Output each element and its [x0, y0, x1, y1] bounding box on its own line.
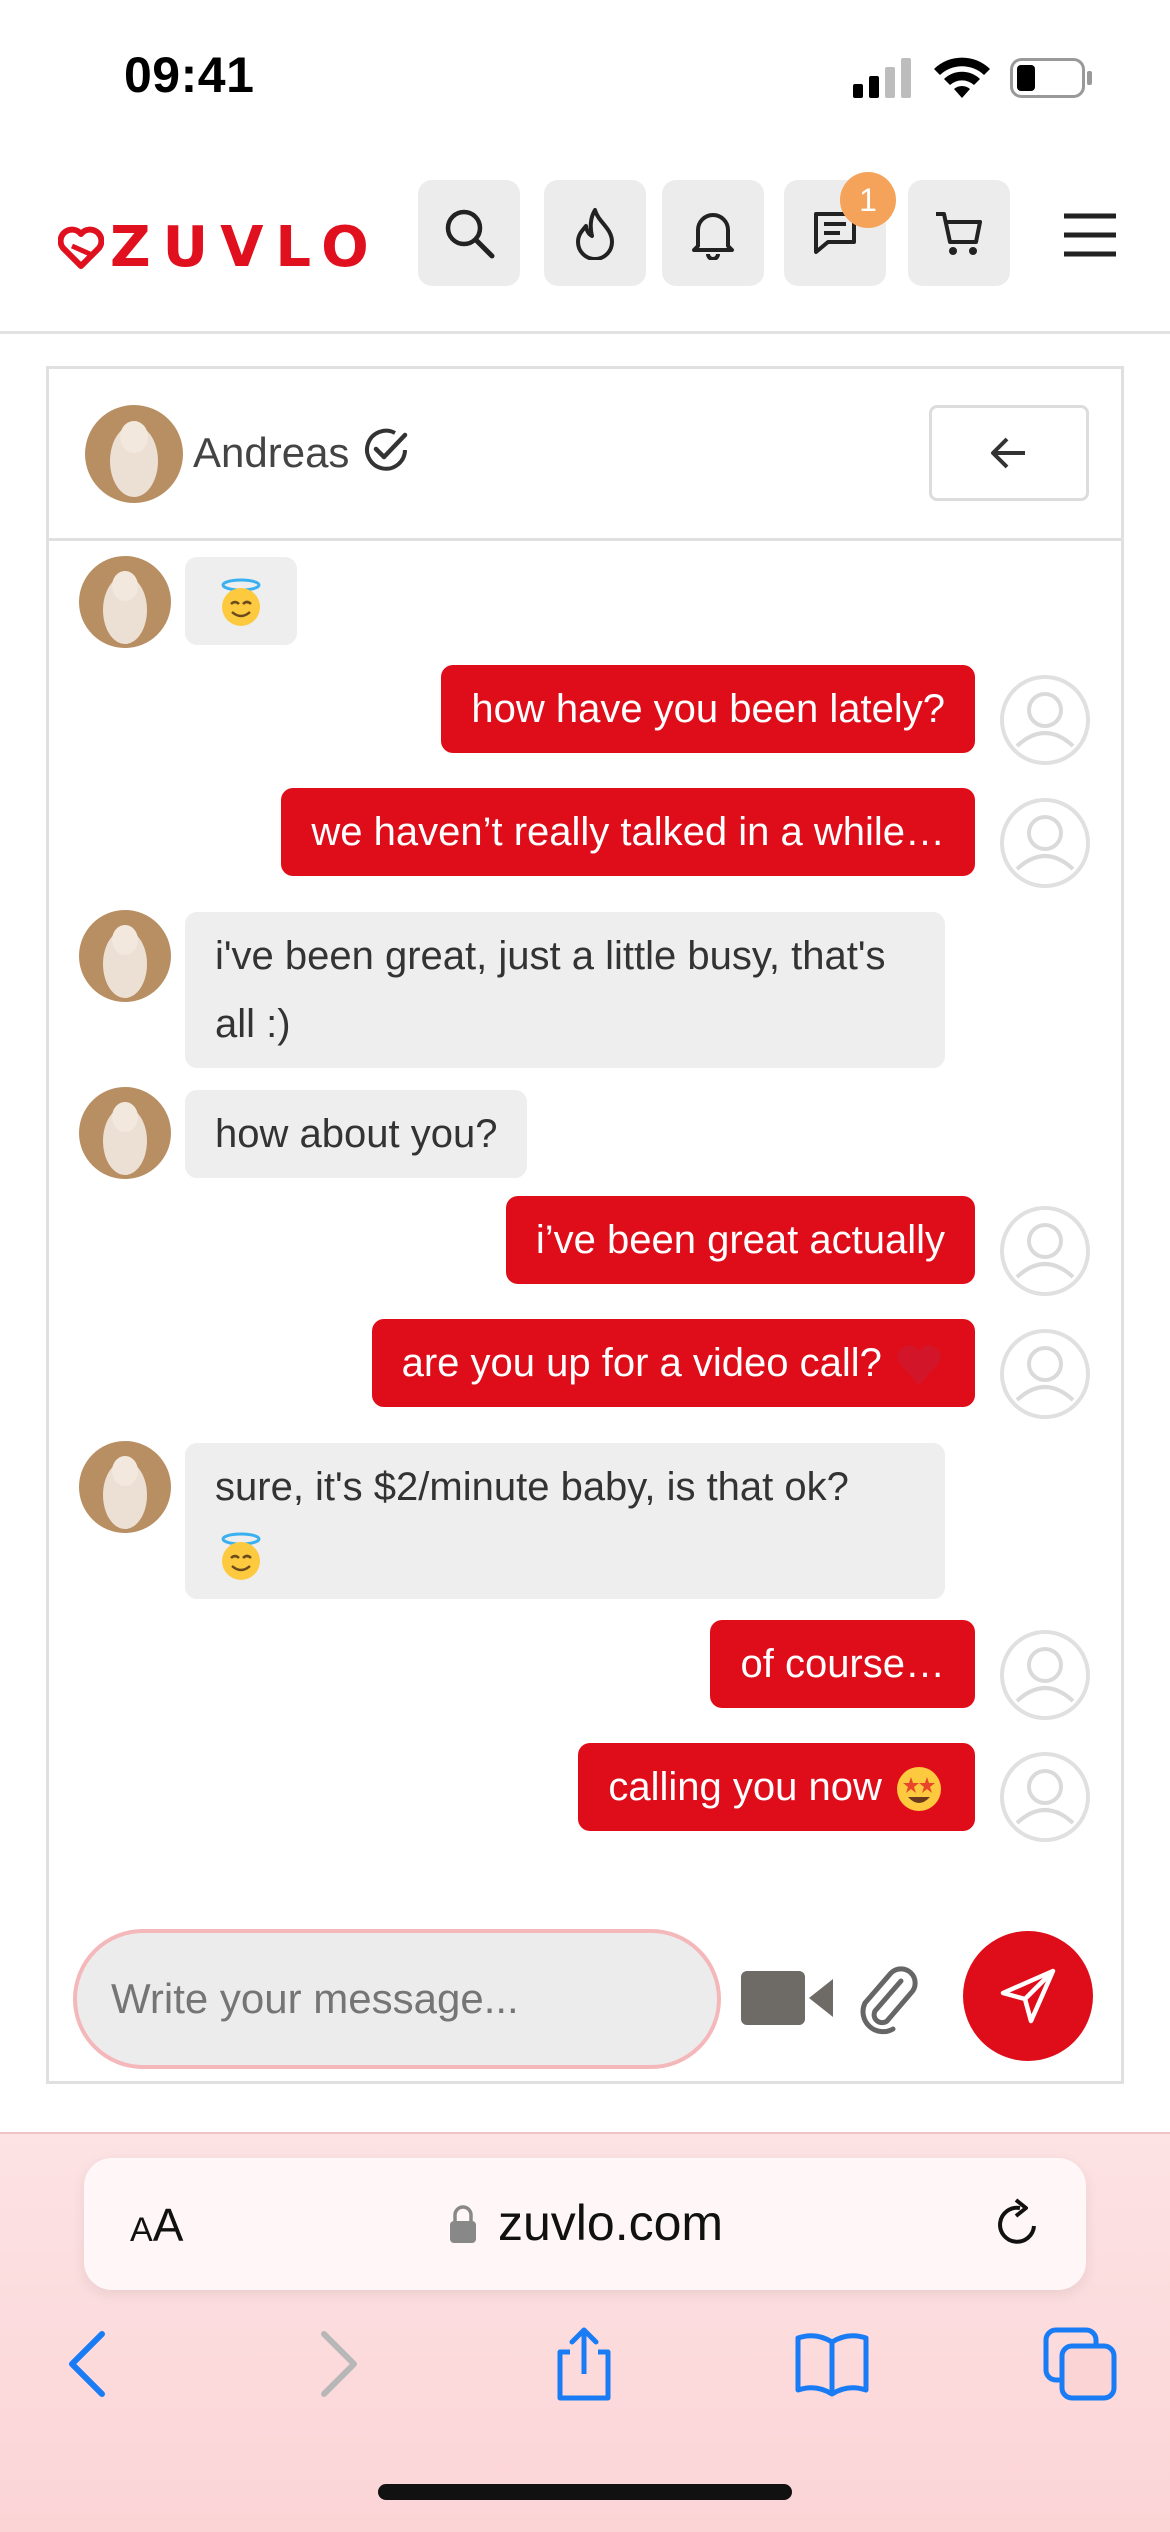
browser-toolbar: AA zuvlo.com: [0, 2132, 1170, 2532]
smiling-face-with-halo-icon: [221, 1532, 261, 1581]
star-struck-icon: [897, 1767, 941, 1812]
message-bubble-outgoing[interactable]: how have you been lately?: [441, 665, 975, 753]
message-text: sure, it's $2/minute baby, is that ok?: [215, 1465, 849, 1509]
user-avatar-placeholder-icon: [1000, 1206, 1090, 1296]
message-bubble-outgoing[interactable]: we haven’t really talked in a while…: [281, 788, 975, 876]
forward-chevron-icon[interactable]: [298, 2324, 378, 2404]
user-avatar-placeholder-icon: [1000, 675, 1090, 765]
cart-icon: [936, 212, 982, 255]
share-icon[interactable]: [544, 2324, 624, 2404]
user-avatar-placeholder-icon: [1000, 798, 1090, 888]
flame-icon: [576, 208, 614, 260]
reload-icon[interactable]: [990, 2198, 1044, 2252]
back-button[interactable]: [929, 405, 1089, 501]
home-indicator: [378, 2484, 792, 2500]
search-button[interactable]: [418, 180, 520, 286]
lock-icon: [450, 2205, 476, 2243]
tabs-icon[interactable]: [1040, 2324, 1120, 2404]
smiling-face-with-halo-icon: [221, 578, 261, 627]
message-text: are you up for a video call?: [401, 1341, 882, 1385]
user-avatar-placeholder-icon: [1000, 1752, 1090, 1842]
site-logo[interactable]: ZUVLO: [58, 212, 381, 282]
message-bubble-incoming[interactable]: i've been great, just a little busy, tha…: [185, 912, 945, 1068]
address-bar[interactable]: AA zuvlo.com: [84, 2158, 1086, 2290]
contact-avatar[interactable]: [85, 405, 183, 503]
notifications-button[interactable]: [662, 180, 764, 286]
contact-name: Andreas: [193, 429, 350, 476]
verified-check-icon: [365, 428, 408, 471]
contact-avatar-small: [79, 1087, 171, 1179]
user-avatar-placeholder-icon: [1000, 1329, 1090, 1419]
messages-count-badge: 1: [840, 172, 896, 228]
user-avatar-placeholder-icon: [1000, 1630, 1090, 1720]
message-bubble-incoming[interactable]: sure, it's $2/minute baby, is that ok?: [185, 1443, 945, 1599]
status-bar: 09:41: [0, 0, 1170, 150]
message-input[interactable]: [73, 1929, 721, 2069]
url-text: zuvlo.com: [498, 2195, 724, 2251]
message-bubble-outgoing[interactable]: calling you now: [578, 1743, 975, 1831]
menu-icon[interactable]: [1060, 210, 1120, 260]
video-camera-icon[interactable]: [741, 1967, 837, 2029]
message-bubble-outgoing[interactable]: of course…: [710, 1620, 975, 1708]
contact-avatar-small: [79, 556, 171, 648]
message-composer: [49, 1889, 1121, 2079]
contact-avatar-small: [79, 1441, 171, 1533]
bookmarks-icon[interactable]: [792, 2324, 872, 2404]
send-icon: [1000, 1968, 1056, 2024]
paperclip-icon[interactable]: [855, 1959, 919, 2035]
site-header: ZUVLO 1: [0, 150, 1170, 334]
messages-button[interactable]: 1: [784, 172, 896, 286]
status-time: 09:41: [124, 47, 255, 103]
logo-text: ZUVLO: [110, 214, 381, 280]
heart-logo-icon: [58, 226, 104, 269]
message-bubble-outgoing[interactable]: i’ve been great actually: [505, 1196, 975, 1284]
bell-icon: [692, 213, 734, 260]
cellular-signal-icon: [853, 58, 911, 98]
cart-button[interactable]: [908, 180, 1010, 286]
chat-panel: Andreas how have you been lately? we hav…: [46, 366, 1124, 2084]
battery-icon: [1010, 58, 1092, 98]
chat-header: Andreas: [49, 369, 1121, 541]
message-text: calling you now: [608, 1765, 882, 1809]
message-bubble-incoming[interactable]: [185, 557, 297, 645]
send-button[interactable]: [963, 1931, 1093, 2061]
message-bubble-outgoing[interactable]: are you up for a video call?: [371, 1319, 975, 1407]
search-icon: [445, 209, 495, 259]
back-chevron-icon[interactable]: [48, 2324, 128, 2404]
message-bubble-incoming[interactable]: how about you?: [185, 1090, 528, 1178]
arrow-left-icon: [991, 437, 1025, 469]
trending-button[interactable]: [544, 180, 646, 286]
reader-text-size-button[interactable]: AA: [130, 2198, 183, 2252]
wifi-icon: [934, 57, 990, 98]
contact-avatar-small: [79, 910, 171, 1002]
red-heart-icon: [897, 1345, 941, 1386]
